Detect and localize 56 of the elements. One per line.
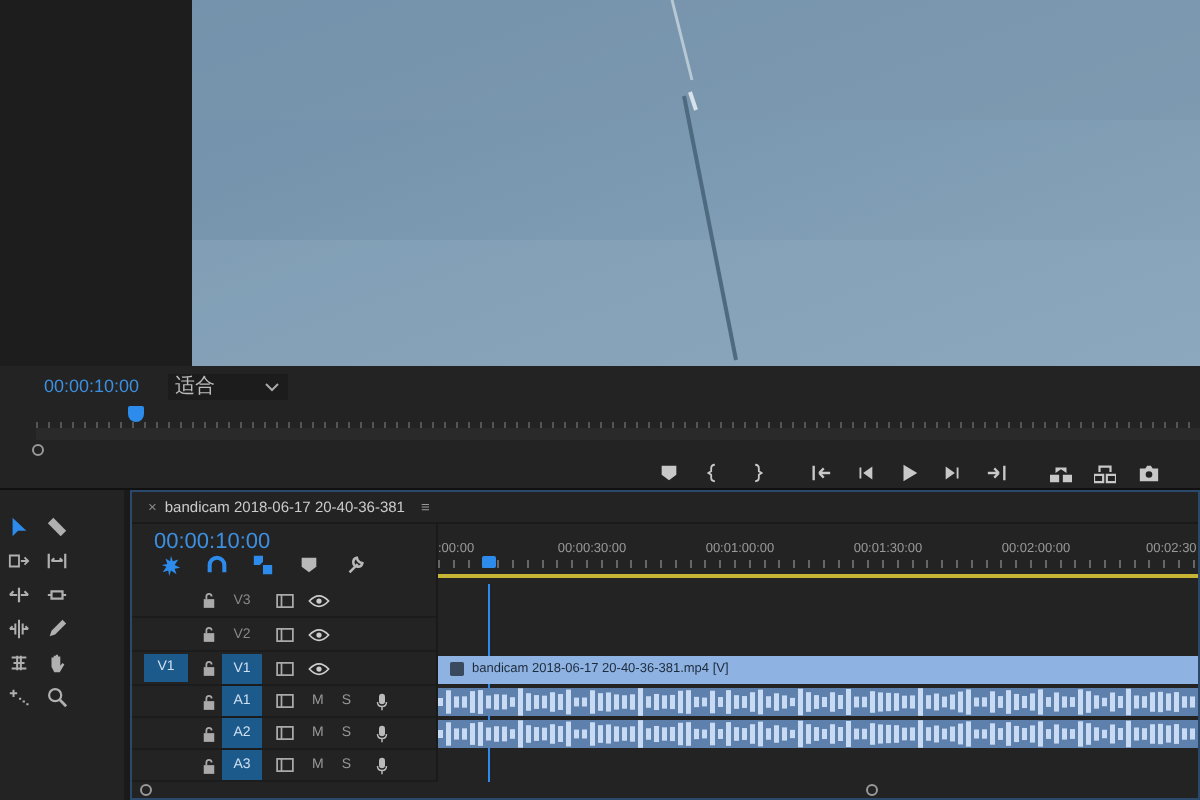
lock-icon[interactable]: [202, 693, 216, 709]
magnet-icon[interactable]: [206, 554, 228, 576]
overwrite-icon[interactable]: [1094, 462, 1116, 484]
zoom-handle[interactable]: [32, 444, 44, 456]
search-icon[interactable]: [46, 686, 68, 708]
go-to-in-icon[interactable]: [810, 462, 832, 484]
film-icon[interactable]: [276, 726, 294, 740]
eye-icon[interactable]: [308, 661, 330, 675]
plus-dots-icon[interactable]: [8, 686, 30, 708]
blade-icon[interactable]: [46, 516, 68, 538]
fit-dropdown[interactable]: 适合: [167, 373, 288, 399]
eye-icon[interactable]: [308, 627, 330, 641]
zoom-handle[interactable]: [866, 784, 878, 796]
camera-icon[interactable]: [1138, 462, 1160, 484]
microphone-icon[interactable]: [375, 691, 388, 711]
fx-badge-icon: [450, 662, 464, 676]
lock-icon[interactable]: [202, 757, 216, 773]
audio-clip[interactable]: [438, 688, 1198, 716]
film-icon[interactable]: [276, 758, 294, 772]
film-icon[interactable]: [276, 627, 294, 641]
hand-icon[interactable]: [46, 652, 68, 674]
linked-icon[interactable]: [252, 554, 274, 576]
pen-icon[interactable]: [46, 618, 68, 640]
rolling-edit-icon[interactable]: [8, 584, 30, 606]
nest-icon[interactable]: [160, 554, 182, 576]
microphone-icon[interactable]: [375, 723, 388, 743]
microphone-icon[interactable]: [375, 755, 388, 775]
step-forward-icon[interactable]: [942, 462, 964, 484]
play-icon[interactable]: [898, 462, 920, 484]
lock-icon[interactable]: [202, 626, 216, 642]
marker-icon[interactable]: [658, 462, 680, 484]
playhead[interactable]: [128, 406, 145, 422]
lock-icon[interactable]: [202, 660, 216, 676]
insert-icon[interactable]: [1050, 462, 1072, 484]
bracket-arrows-icon[interactable]: [46, 550, 68, 572]
film-icon[interactable]: [276, 694, 294, 708]
step-back-icon[interactable]: [854, 462, 876, 484]
eye-icon[interactable]: [308, 593, 330, 607]
stretch-icon[interactable]: [46, 584, 68, 606]
film-icon[interactable]: [276, 593, 294, 607]
slip-icon[interactable]: [8, 618, 30, 640]
lock-icon[interactable]: [202, 592, 216, 608]
timecode[interactable]: 00:00:10:00: [154, 524, 436, 554]
timecode[interactable]: 00:00:10:00: [44, 376, 140, 396]
zoom-handle[interactable]: [140, 784, 152, 796]
audio-clip[interactable]: [438, 720, 1198, 748]
slide-icon[interactable]: [8, 652, 30, 674]
marker-icon[interactable]: [298, 554, 320, 576]
go-to-out-icon[interactable]: [986, 462, 1008, 484]
arrow-box-icon[interactable]: [8, 550, 30, 572]
wrench-icon[interactable]: [344, 554, 366, 576]
film-icon[interactable]: [276, 661, 294, 675]
arrow-icon[interactable]: [8, 516, 30, 538]
playhead-handle[interactable]: [481, 556, 496, 568]
lock-icon[interactable]: [202, 725, 216, 741]
caret-icon: [263, 381, 280, 391]
